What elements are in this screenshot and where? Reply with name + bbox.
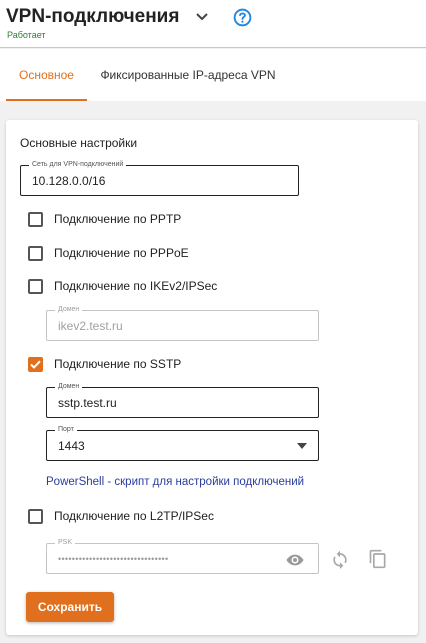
help-circle-icon[interactable]: [233, 8, 252, 27]
powershell-script-link[interactable]: PowerShell - скрипт для настройки подклю…: [46, 476, 304, 488]
network-field-value: 10.128.0.0/16: [32, 173, 106, 188]
l2tp-checkbox-box[interactable]: [28, 508, 43, 524]
psk-value: ••••••••••••••••••••••••••••••••: [58, 553, 169, 564]
tab-fixed-ip[interactable]: Фиксированные IP-адреса VPN: [96, 49, 280, 101]
ikev2-domain-value: ikev2.test.ru: [58, 318, 123, 333]
sstp-domain-value: sstp.test.ru: [58, 395, 117, 410]
eye-icon[interactable]: [285, 550, 305, 570]
sstp-checkbox-label: Подключение по SSTP: [54, 357, 182, 371]
sstp-domain-field[interactable]: Домен sstp.test.ru: [46, 382, 319, 418]
copy-icon[interactable]: [368, 549, 388, 569]
dropdown-arrow-icon[interactable]: [297, 443, 307, 449]
refresh-icon[interactable]: [330, 549, 350, 569]
section-title: Основные настройки: [20, 136, 138, 150]
ikev2-checkbox-label: Подключение по IKEv2/IPSec: [54, 279, 218, 293]
sstp-port-select[interactable]: Порт 1443: [46, 425, 319, 461]
pppoe-checkbox[interactable]: Подключение по PPPoE: [28, 244, 189, 262]
checkmark-icon: [30, 360, 41, 369]
page-title: VPN-подключения: [6, 6, 180, 27]
pptp-checkbox-box[interactable]: [28, 211, 43, 227]
status-text: Работает: [7, 30, 46, 40]
sstp-port-value: 1443: [58, 438, 85, 453]
sstp-checkbox-box[interactable]: [28, 356, 43, 372]
l2tp-checkbox-label: Подключение по L2TP/IPSec: [54, 509, 214, 523]
chevron-down-icon[interactable]: [195, 12, 209, 22]
sstp-checkbox[interactable]: Подключение по SSTP: [28, 355, 181, 373]
save-button[interactable]: Сохранить: [26, 592, 114, 622]
l2tp-checkbox[interactable]: Подключение по L2TP/IPSec: [28, 507, 214, 525]
pptp-checkbox[interactable]: Подключение по PPTP: [28, 210, 181, 228]
tab-bar: Основное Фиксированные IP-адреса VPN: [0, 49, 426, 101]
pppoe-checkbox-box[interactable]: [28, 245, 43, 261]
top-bar: VPN-подключения Работает: [0, 0, 426, 48]
pptp-checkbox-label: Подключение по PPTP: [54, 212, 182, 226]
psk-field: PSK ••••••••••••••••••••••••••••••••: [46, 538, 319, 574]
ikev2-checkbox[interactable]: Подключение по IKEv2/IPSec: [28, 277, 217, 295]
ikev2-domain-field: Домен ikev2.test.ru: [46, 305, 319, 341]
tab-main[interactable]: Основное: [6, 49, 87, 101]
ikev2-checkbox-box[interactable]: [28, 278, 43, 294]
pppoe-checkbox-label: Подключение по PPPoE: [54, 246, 189, 260]
network-field[interactable]: Сеть для VPN-подключений 10.128.0.0/16: [20, 160, 299, 196]
